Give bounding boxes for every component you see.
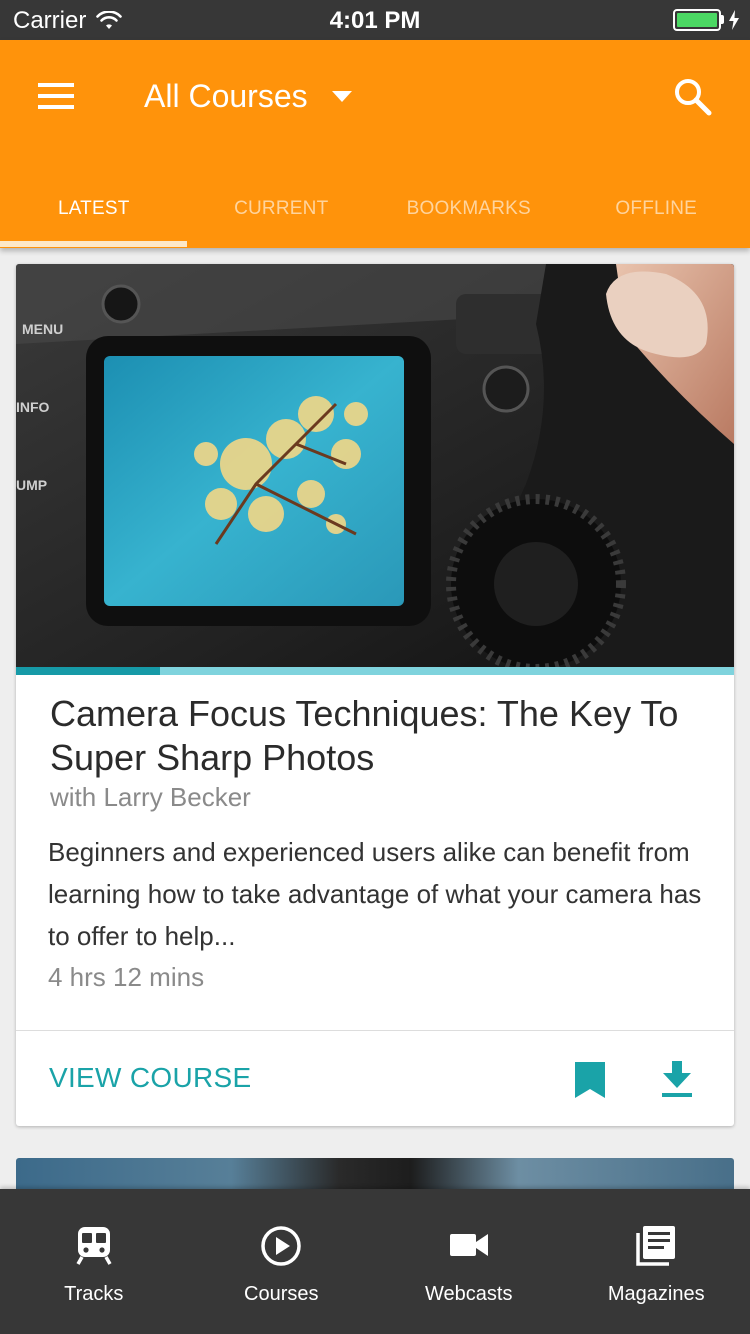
status-bar: Carrier 4:01 PM: [0, 0, 750, 40]
card-divider: [16, 1030, 734, 1031]
battery-icon: [673, 9, 721, 31]
active-tab-indicator: [0, 241, 187, 247]
course-filter-dropdown[interactable]: All Courses: [144, 78, 352, 115]
download-icon[interactable]: [661, 1061, 693, 1097]
bottom-navigation: Tracks Courses Webcasts Magazines: [0, 1189, 750, 1334]
app-bar-title: All Courses: [144, 78, 308, 114]
status-time: 4:01 PM: [329, 7, 421, 34]
course-progress-fill: [16, 667, 160, 675]
nav-courses[interactable]: Courses: [188, 1189, 376, 1334]
view-course-button[interactable]: VIEW COURSE: [49, 1062, 251, 1094]
course-progress-bar: [16, 667, 734, 675]
nav-tracks[interactable]: Tracks: [0, 1189, 188, 1334]
nav-courses-label: Courses: [244, 1283, 319, 1305]
svg-text:MENU: MENU: [22, 321, 63, 337]
course-duration: 4 hrs 12 mins: [48, 962, 205, 992]
course-author: with Larry Becker: [50, 782, 251, 812]
tab-current[interactable]: CURRENT: [188, 170, 376, 248]
tab-offline[interactable]: OFFLINE: [563, 170, 750, 248]
train-icon: [76, 1227, 112, 1265]
course-thumbnail[interactable]: MENU INFO UMP: [16, 264, 734, 667]
course-tabs: LATEST CURRENT BOOKMARKS OFFLINE: [0, 170, 750, 248]
nav-webcasts[interactable]: Webcasts: [375, 1189, 563, 1334]
battery-tip: [721, 15, 724, 24]
bookmark-icon[interactable]: [575, 1062, 605, 1098]
svg-text:UMP: UMP: [16, 477, 47, 493]
search-icon[interactable]: [674, 78, 712, 116]
app-bar: All Courses LATEST CURRENT BOOKMARKS OFF…: [0, 40, 750, 248]
tab-latest[interactable]: LATEST: [0, 170, 188, 248]
play-circle-icon: [261, 1226, 301, 1266]
tab-bookmarks[interactable]: BOOKMARKS: [375, 170, 563, 248]
video-camera-icon: [449, 1234, 488, 1256]
nav-magazines[interactable]: Magazines: [563, 1189, 750, 1334]
course-description: Beginners and experienced users alike ca…: [48, 837, 702, 951]
course-title[interactable]: Camera Focus Techniques: The Key To Supe…: [50, 692, 710, 780]
charging-bolt-icon: [729, 10, 739, 30]
battery-level: [677, 13, 717, 27]
newspaper-icon: [636, 1226, 676, 1266]
hamburger-menu-icon[interactable]: [38, 83, 74, 109]
nav-tracks-label: Tracks: [64, 1283, 124, 1305]
svg-text:INFO: INFO: [16, 399, 50, 415]
nav-magazines-label: Magazines: [607, 1283, 705, 1305]
course-card: MENU INFO UMP Camera Focus Techniques: T…: [16, 264, 734, 1126]
nav-webcasts-label: Webcasts: [425, 1283, 513, 1305]
caret-down-icon: [331, 90, 352, 102]
